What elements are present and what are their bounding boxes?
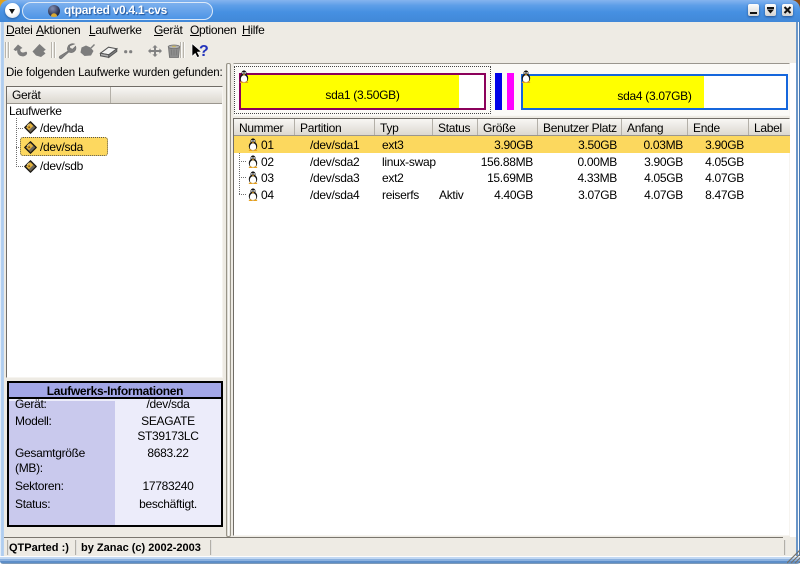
svg-text:?: ? <box>199 43 208 60</box>
